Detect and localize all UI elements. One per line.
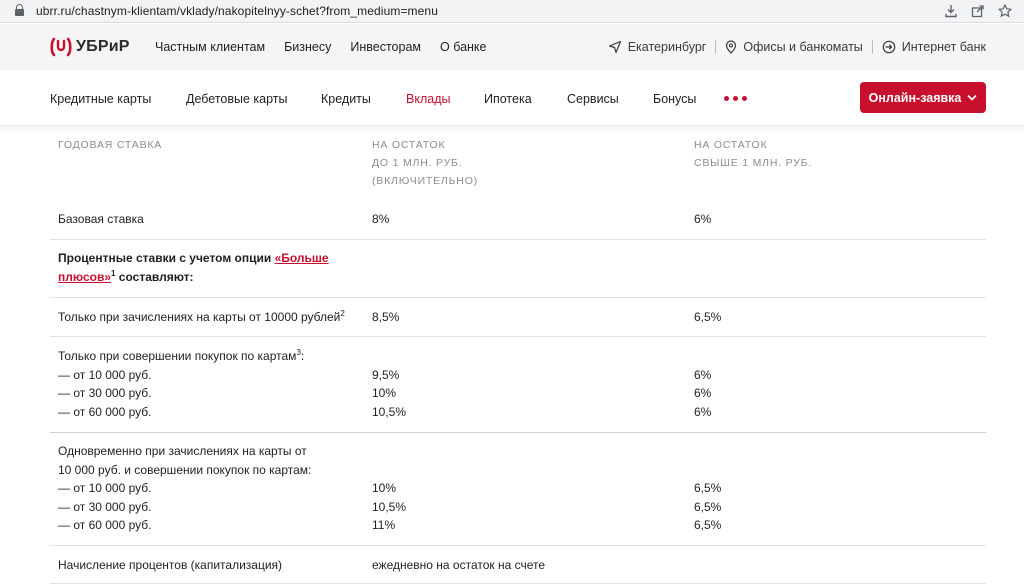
row-divider [50, 239, 986, 240]
logo-mark-icon [50, 37, 72, 57]
nav-item-credit-cards[interactable]: Кредитные карты [50, 92, 151, 106]
salary-label: Только при зачислениях на карты от 10000… [58, 309, 345, 325]
top-nav: Частным клиентам Бизнесу Инвесторам О ба… [155, 40, 505, 54]
top-nav-item-private[interactable]: Частным клиентам [155, 40, 265, 54]
logo-text: УБРиР [76, 38, 130, 55]
header-annual-rate: ГОДОВАЯ СТАВКА [58, 139, 163, 151]
nav-item-loans[interactable]: Кредиты [321, 92, 371, 106]
nav-item-deposits[interactable]: Вклады [406, 92, 450, 106]
city-label: Екатеринбург [627, 40, 707, 54]
internet-bank-label: Интернет банк [901, 40, 986, 54]
nav-item-bonuses[interactable]: Бонусы [653, 92, 696, 106]
row-divider [50, 545, 986, 546]
download-icon[interactable] [943, 3, 958, 18]
base-rate-value-2: 6% [694, 212, 712, 226]
more-menu-icon[interactable] [724, 96, 747, 101]
row-divider [50, 432, 986, 433]
purchases-tier-label: — от 30 000 руб. [58, 386, 152, 400]
top-nav-item-investors[interactable]: Инвесторам [350, 40, 421, 54]
login-icon [882, 40, 896, 54]
purchases-label: Только при совершении покупок по картам3… [58, 347, 304, 421]
nav-item-mortgage[interactable]: Ипотека [484, 92, 532, 106]
browser-address-bar: ubrr.ru/chastnym-klientam/vklady/nakopit… [0, 0, 1024, 23]
chevron-down-icon [967, 94, 977, 101]
offices-label: Офисы и банкоматы [743, 40, 863, 54]
purchases-values-2: 6% 6% 6% [694, 367, 712, 419]
nav-item-debit-cards[interactable]: Дебетовые карты [186, 92, 288, 106]
combined-tier-label: — от 30 000 руб. [58, 499, 152, 514]
combined-label: Одновременно при зачислениях на карты от… [58, 442, 311, 535]
option-heading: Процентные ставки с учетом опции «Больше… [58, 251, 329, 284]
share-icon[interactable] [970, 3, 985, 18]
divider [871, 40, 873, 54]
row-divider [50, 336, 986, 337]
capitalization-label: Начисление процентов (капитализация) [58, 558, 283, 572]
row-divider [50, 583, 986, 584]
bolshe-plyusov-link-cont[interactable]: плюсов» [58, 270, 111, 284]
divider [715, 40, 717, 54]
nav-item-services[interactable]: Сервисы [567, 92, 619, 106]
navigation-arrow-icon [608, 40, 621, 54]
purchases-tier-label: — от 60 000 руб. [58, 404, 152, 419]
offices-link[interactable]: Офисы и банкоматы [725, 40, 863, 54]
top-nav-item-business[interactable]: Бизнесу [284, 40, 331, 54]
top-nav-item-about[interactable]: О банке [440, 40, 486, 54]
combined-tier-label: — от 10 000 руб. [58, 481, 152, 495]
city-selector[interactable]: Екатеринбург [608, 40, 707, 54]
base-rate-value-1: 8% [372, 212, 390, 226]
combined-tier-label: — от 60 000 руб. [58, 518, 152, 532]
address-url[interactable]: ubrr.ru/chastnym-klientam/vklady/nakopit… [36, 4, 438, 18]
combined-values-1: 10% 10,5% 11% [372, 481, 407, 532]
location-pin-icon [726, 40, 737, 54]
header-balance-over-1m: НА ОСТАТОК СВЫШЕ 1 МЛН. РУБ. [694, 139, 813, 169]
header-balance-up-to-1m: НА ОСТАТОК ДО 1 МЛН. РУБ. (ВКЛЮЧИТЕЛЬНО) [372, 139, 478, 187]
purchases-tier-label: — от 10 000 руб. [58, 367, 152, 382]
main-nav: Кредитные карты Дебетовые карты Кредиты … [0, 70, 1024, 126]
internet-bank-link[interactable]: Интернет банк [882, 40, 986, 54]
salary-value-2: 6,5% [694, 310, 722, 324]
online-application-button[interactable]: Онлайн-заявка [860, 82, 986, 113]
combined-values-2: 6,5% 6,5% 6,5% [694, 481, 722, 532]
cta-label: Онлайн-заявка [868, 90, 962, 105]
row-divider [50, 297, 986, 298]
capitalization-value: ежедневно на остаток на счете [372, 558, 546, 572]
purchases-values-1: 9,5% 10% 10,5% [372, 367, 407, 419]
bolshe-plyusov-link[interactable]: «Больше [275, 251, 329, 265]
lock-icon [15, 4, 24, 17]
salary-value-1: 8,5% [372, 310, 400, 324]
logo[interactable]: УБРиР [50, 37, 130, 57]
site-top-bar: УБРиР Частным клиентам Бизнесу Инвестора… [0, 24, 1024, 70]
base-rate-label: Базовая ставка [58, 212, 144, 226]
star-icon[interactable] [997, 3, 1012, 18]
top-right-links: Екатеринбург Офисы и банкоматы Интернет … [608, 40, 986, 54]
